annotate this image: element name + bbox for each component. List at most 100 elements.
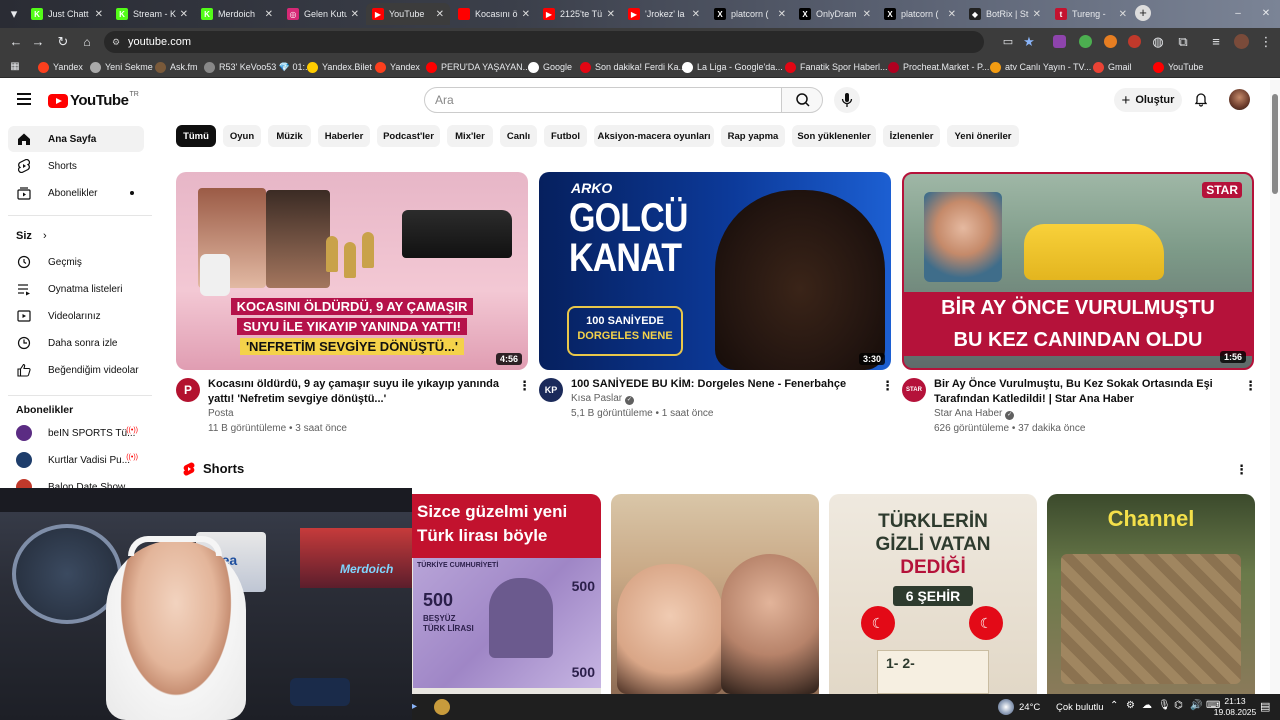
notification-center-icon[interactable]: ▤ — [1260, 700, 1270, 713]
video-title[interactable]: 100 SANİYEDE BU KİM: Dorgeles Nene - Fen… — [571, 377, 871, 392]
bookmark-item[interactable]: atv Canlı Yayın - TV... — [990, 60, 1091, 74]
microphone-tray-icon[interactable]: 🎙 — [1158, 700, 1171, 711]
filter-chip[interactable]: Futbol — [544, 125, 587, 147]
tab-close-icon[interactable]: ✕ — [180, 9, 188, 20]
filter-chip[interactable]: Yeni öneriler — [947, 125, 1019, 147]
bookmark-item[interactable]: Fanatik Spor Haberl... — [785, 60, 888, 74]
tab-close-icon[interactable]: ✕ — [863, 9, 871, 20]
filter-chip[interactable]: İzlenenler — [883, 125, 940, 147]
browser-tab[interactable]: ▶ 'Jrokez' la ✕ — [622, 3, 706, 25]
filter-chip[interactable]: Canlı — [500, 125, 537, 147]
short-thumbnail[interactable]: Sizce güzelmi yeni Türk lirası böyle TÜR… — [393, 494, 601, 694]
browser-tab[interactable]: K Merdoich ✕ — [195, 3, 279, 25]
cast-icon[interactable]: ▭ — [1000, 34, 1016, 50]
tab-close-icon[interactable]: ✕ — [778, 9, 786, 20]
bookmark-item[interactable]: Yandex — [375, 60, 420, 74]
account-avatar[interactable] — [1229, 89, 1250, 110]
video-thumbnail[interactable]: STAR BİR AY ÖNCE VURULMUŞTU BU KEZ CANIN… — [902, 172, 1254, 370]
browser-tab[interactable]: ▶ YouTube ✕ — [366, 3, 450, 25]
browser-tab[interactable]: ▶ 2125'te Tü ✕ — [537, 3, 621, 25]
short-thumbnail[interactable]: TÜRKLERİN GİZLİ VATAN DEDİĞİ 6 ŞEHİR ☾ ☾… — [829, 494, 1037, 694]
tray-overflow-icon[interactable]: ⌃ — [1110, 700, 1118, 711]
video-thumbnail[interactable]: KOCASINI ÖLDÜRDÜ, 9 AY ÇAMAŞIR SUYU İLE … — [176, 172, 528, 370]
filter-chip[interactable]: Müzik — [268, 125, 311, 147]
tab-close-icon[interactable]: ✕ — [522, 9, 530, 20]
tab-close-icon[interactable]: ✕ — [607, 9, 615, 20]
url-input[interactable]: ⚙ youtube.com — [104, 31, 984, 53]
close-window-icon[interactable]: ✕ — [1258, 6, 1274, 22]
bookmark-item[interactable]: Gmail — [1093, 60, 1132, 74]
tab-close-icon[interactable]: ✕ — [692, 9, 700, 20]
more-options-icon[interactable]: ⋮ — [518, 378, 531, 394]
browser-tab[interactable]: Xplatcorn (✕ — [878, 3, 962, 25]
browser-tab[interactable]: K Stream - K ✕ — [110, 3, 194, 25]
channel-name[interactable]: Star Ana Haber ✓ — [934, 408, 1015, 420]
bookmark-item[interactable]: Procheat.Market - P... — [888, 60, 989, 74]
bookmark-item[interactable]: Yandex — [38, 60, 83, 74]
filter-chip[interactable]: Mix'ler — [447, 125, 493, 147]
sidebar-item[interactable]: Geçmiş — [8, 249, 144, 275]
extension-icon[interactable] — [1104, 35, 1117, 48]
channel-avatar[interactable]: KP — [539, 378, 563, 402]
weather-description[interactable]: Çok bulutlu — [1056, 702, 1104, 713]
search-button[interactable] — [781, 87, 823, 113]
shorts-more-options-icon[interactable]: ⋮ — [1235, 462, 1248, 478]
channel-avatar[interactable]: STAR — [902, 378, 926, 402]
site-info-icon[interactable]: ⚙ — [112, 31, 120, 53]
sidebar-item[interactable]: Ana Sayfa — [8, 126, 144, 152]
tab-close-icon[interactable]: ✕ — [265, 9, 273, 20]
bookmark-item[interactable]: R53' KeVoo53 💎 01:... — [204, 60, 313, 74]
create-button[interactable]: + Oluştur — [1114, 88, 1182, 112]
bookmark-item[interactable]: PERU'DA YAŞAYAN... — [426, 60, 530, 74]
extension-icon[interactable] — [1128, 35, 1141, 48]
filter-chip[interactable]: Rap yapma — [721, 125, 785, 147]
voice-search-button[interactable] — [834, 87, 860, 113]
sidebar-subscription[interactable]: beIN SPORTS Tü... ((•)) — [8, 420, 144, 446]
reading-list-icon[interactable]: ≡ — [1208, 34, 1224, 50]
tab-close-icon[interactable]: ✕ — [95, 9, 103, 20]
back-icon[interactable]: ← — [8, 34, 24, 50]
browser-tab[interactable]: Xplatcorn (✕ — [708, 3, 792, 25]
onedrive-icon[interactable]: ☁ — [1142, 700, 1152, 711]
sidebar-item[interactable]: Shorts — [8, 153, 144, 179]
home-icon[interactable]: ⌂ — [79, 34, 95, 50]
league-client-icon[interactable] — [434, 699, 450, 715]
video-title[interactable]: Kocasını öldürdü, 9 ay çamaşır suyu ile … — [208, 377, 508, 407]
browser-tab[interactable]: t Tureng - ✕ — [1049, 3, 1133, 25]
filter-chip[interactable]: Oyun — [223, 125, 261, 147]
filter-chip[interactable]: Tümü — [176, 125, 216, 147]
bookmark-item[interactable]: La Liga - Google'da... — [682, 60, 783, 74]
bookmark-item[interactable]: Ask.fm — [155, 60, 198, 74]
extensions-puzzle-icon[interactable]: ⧉ — [1175, 34, 1191, 50]
short-thumbnail[interactable]: Channel — [1047, 494, 1255, 694]
channel-name[interactable]: Posta — [208, 408, 234, 419]
short-thumbnail[interactable] — [611, 494, 819, 694]
tray-app-icon[interactable]: ⚙ — [1126, 700, 1135, 711]
new-tab-button[interactable]: + — [1135, 5, 1151, 21]
browser-tab[interactable]: X OnlyDram ✕ — [793, 3, 877, 25]
bookmark-item[interactable]: Yeni Sekme — [90, 60, 153, 74]
sidebar-item[interactable]: Abonelikler — [8, 180, 144, 206]
video-title[interactable]: Bir Ay Önce Vurulmuştu, Bu Kez Sokak Ort… — [934, 377, 1234, 407]
tab-close-icon[interactable]: ✕ — [948, 9, 956, 20]
bookmark-item[interactable]: YouTube — [1153, 60, 1203, 74]
taskbar-app-icon[interactable]: ▸ — [412, 701, 417, 712]
extension-icon[interactable]: ◍ — [1150, 34, 1166, 50]
extension-icon[interactable] — [1053, 35, 1066, 48]
scrollbar-thumb[interactable] — [1272, 94, 1278, 194]
minimize-icon[interactable]: – — [1230, 6, 1246, 22]
menu-dots-icon[interactable]: ⋮ — [1258, 34, 1274, 50]
sidebar-item[interactable]: Oynatma listeleri — [8, 276, 144, 302]
notifications-bell-icon[interactable] — [1193, 91, 1209, 107]
taskbar-clock[interactable]: 21:13 19.08.2025 — [1212, 696, 1258, 718]
more-options-icon[interactable]: ⋮ — [1244, 378, 1257, 394]
apps-grid-icon[interactable]: ▦ — [7, 59, 23, 75]
browser-tab[interactable]: K Just Chatt ✕ — [25, 3, 109, 25]
sidebar-subscription[interactable]: Kurtlar Vadisi Pu... ((•)) — [8, 447, 144, 473]
filter-chip[interactable]: Haberler — [318, 125, 370, 147]
more-options-icon[interactable]: ⋮ — [881, 378, 894, 394]
tab-search-icon[interactable]: ▾ — [6, 6, 22, 22]
network-icon[interactable]: ⌬ — [1174, 700, 1183, 711]
channel-avatar[interactable]: P — [176, 378, 200, 402]
bookmark-star-icon[interactable]: ★ — [1021, 34, 1037, 50]
